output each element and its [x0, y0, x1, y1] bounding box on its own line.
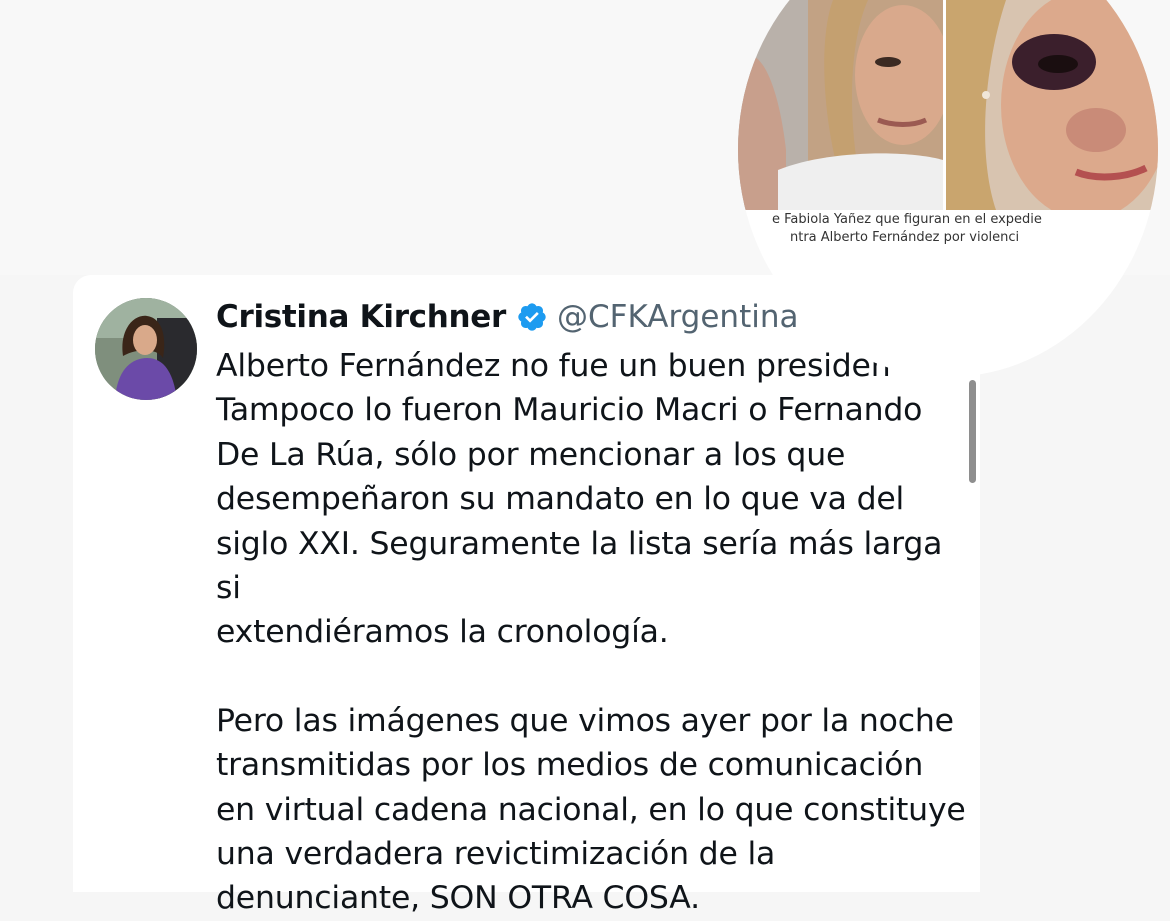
- author-name[interactable]: Cristina Kirchner: [216, 299, 506, 335]
- author-avatar[interactable]: [95, 298, 197, 400]
- caption-line-2: ntra Alberto Fernández por violenci: [790, 230, 1020, 245]
- caption-line-1: e Fabiola Yañez que figuran en el expedi…: [772, 212, 1042, 227]
- avatar-photo: [95, 298, 197, 400]
- verified-badge-icon: [516, 301, 548, 333]
- author-handle[interactable]: @CFKArgentina: [557, 299, 798, 335]
- scrollbar-thumb[interactable]: [969, 380, 976, 483]
- tweet-body: Alberto Fernández no fue un buen preside…: [216, 344, 976, 921]
- tweet-header: Cristina Kirchner @CFKArgentina: [216, 293, 799, 341]
- tweet-paragraph-2: Pero las imágenes que vimos ayer por la …: [216, 702, 966, 917]
- photo-right-face: [946, 0, 1158, 210]
- photo-caption: e Fabiola Yañez que figuran en el expedi…: [772, 211, 1158, 247]
- photo-left-face: [738, 0, 943, 210]
- tweet-paragraph-1: Alberto Fernández no fue un buen preside…: [216, 348, 943, 651]
